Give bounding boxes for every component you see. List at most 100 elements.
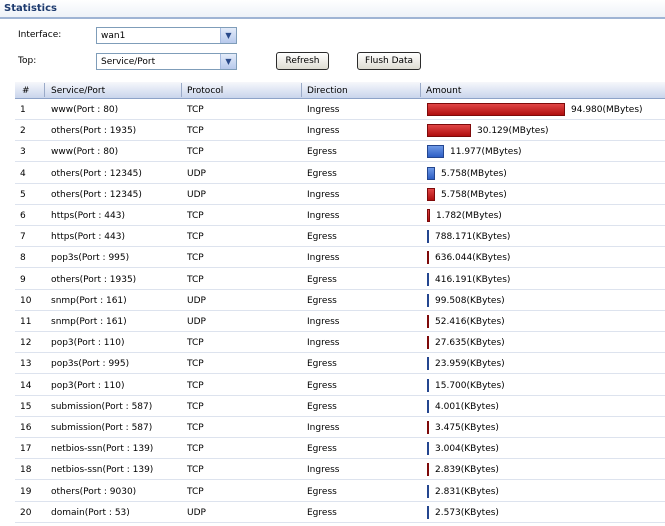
service-port: others(Port : 9030)	[51, 486, 137, 497]
refresh-button[interactable]: Refresh	[276, 52, 329, 70]
column-header-direction[interactable]: Direction	[307, 86, 348, 96]
protocol: TCP	[187, 274, 204, 285]
row-number: 5	[20, 189, 26, 200]
direction: Ingress	[307, 105, 340, 115]
row-number: 14	[20, 380, 32, 391]
amount-bar	[427, 293, 429, 307]
column-header-protocol[interactable]: Protocol	[187, 86, 223, 96]
service-port: https(Port : 443)	[51, 211, 125, 221]
row-number: 4	[20, 168, 26, 179]
page-title: Statistics	[4, 3, 57, 14]
amount-value: 2.573(KBytes)	[435, 507, 499, 518]
direction: Egress	[307, 486, 337, 497]
direction: Ingress	[307, 423, 340, 433]
service-port: netbios-ssn(Port : 139)	[51, 465, 154, 476]
service-port: others(Port : 12345)	[51, 189, 142, 200]
amount-bar	[427, 442, 429, 456]
service-port: pop3(Port : 110)	[51, 380, 125, 391]
amount-bar	[427, 484, 429, 498]
row-number: 20	[20, 507, 32, 518]
interface-select-value: wan1	[101, 31, 126, 41]
service-port: others(Port : 12345)	[51, 168, 142, 179]
protocol: UDP	[187, 317, 206, 327]
column-header-service[interactable]: Service/Port	[51, 86, 105, 96]
service-port: others(Port : 1935)	[51, 274, 137, 285]
row-number: 15	[20, 401, 32, 412]
amount-bar	[427, 187, 435, 201]
row-number: 12	[20, 338, 32, 349]
table-row: 7 https(Port : 443) TCP Egress 788.171(KByte…	[15, 226, 665, 248]
direction: Egress	[307, 380, 337, 391]
amount-bar	[427, 103, 565, 116]
service-port: www(Port : 80)	[51, 105, 119, 115]
flush-data-button[interactable]: Flush Data	[357, 52, 421, 70]
service-port: snmp(Port : 161)	[51, 317, 127, 327]
protocol: TCP	[187, 147, 204, 158]
chevron-down-icon[interactable]: ▼	[220, 28, 236, 43]
amount-value: 5.758(MBytes)	[441, 189, 507, 200]
amount-value: 52.416(KBytes)	[435, 317, 505, 327]
direction: Egress	[307, 168, 337, 179]
row-number: 13	[20, 359, 32, 370]
table-row: 6 https(Port : 443) TCP Ingress 1.782(MBytes…	[15, 205, 665, 226]
title-bar: Statistics	[0, 0, 665, 19]
amount-bar	[427, 251, 429, 265]
service-port: www(Port : 80)	[51, 147, 119, 158]
amount-bar	[427, 209, 430, 222]
amount-bar	[427, 336, 429, 350]
service-port: submission(Port : 587)	[51, 423, 153, 433]
direction: Ingress	[307, 317, 340, 327]
direction: Egress	[307, 295, 337, 306]
table-row: 20 domain(Port : 53) UDP Egress 2.573(KBytes…	[15, 501, 665, 523]
amount-value: 99.508(KBytes)	[435, 295, 505, 306]
service-port: pop3(Port : 110)	[51, 338, 125, 349]
protocol: TCP	[187, 126, 204, 137]
service-port: netbios-ssn(Port : 139)	[51, 444, 154, 455]
protocol: UDP	[187, 295, 206, 306]
column-header-amount[interactable]: Amount	[426, 86, 461, 96]
table-row: 12 pop3(Port : 110) TCP Ingress 27.635(KByte…	[15, 332, 665, 354]
row-number: 3	[20, 147, 26, 158]
table-row: 18 netbios-ssn(Port : 139) TCP Ingress 2.839…	[15, 459, 665, 481]
amount-bar	[427, 166, 435, 180]
direction: Ingress	[307, 189, 340, 200]
table-row: 11 snmp(Port : 161) UDP Ingress 52.416(KByte…	[15, 311, 665, 332]
direction: Ingress	[307, 211, 340, 221]
amount-value: 30.129(MBytes)	[477, 126, 549, 137]
amount-value: 2.839(KBytes)	[435, 465, 499, 476]
row-number: 2	[20, 126, 26, 137]
row-number: 19	[20, 486, 32, 497]
top-select[interactable]: Service/Port ▼	[96, 53, 237, 70]
amount-bar	[427, 505, 429, 519]
statistics-table: # Service/Port Protocol Direction Amount…	[15, 82, 665, 526]
table-row: 14 pop3(Port : 110) TCP Egress 15.700(KBytes…	[15, 374, 665, 396]
column-header-num[interactable]: #	[22, 86, 30, 96]
amount-bar	[427, 399, 429, 413]
table-row: 5 others(Port : 12345) UDP Ingress 5.758(MBy…	[15, 183, 665, 205]
service-port: submission(Port : 587)	[51, 401, 153, 412]
direction: Egress	[307, 359, 337, 370]
service-port: others(Port : 1935)	[51, 126, 137, 137]
service-port: snmp(Port : 161)	[51, 295, 127, 306]
direction: Egress	[307, 507, 337, 518]
service-port: https(Port : 443)	[51, 232, 125, 243]
direction: Egress	[307, 232, 337, 243]
amount-bar	[427, 378, 429, 392]
row-number: 9	[20, 274, 26, 285]
table-row: 3 www(Port : 80) TCP Egress 11.977(MBytes)	[15, 141, 665, 163]
table-row: 8 pop3s(Port : 995) TCP Ingress 636.044(KByt…	[15, 247, 665, 269]
chevron-down-icon[interactable]: ▼	[220, 54, 236, 69]
table-row: 9 others(Port : 1935) TCP Egress 416.191(KBy…	[15, 268, 665, 290]
protocol: TCP	[187, 465, 204, 476]
protocol: TCP	[187, 486, 204, 497]
table-row: 2 others(Port : 1935) TCP Ingress 30.129(MBy…	[15, 120, 665, 142]
direction: Egress	[307, 147, 337, 158]
amount-value: 2.831(KBytes)	[435, 486, 499, 497]
interface-select[interactable]: wan1 ▼	[96, 27, 237, 44]
protocol: TCP	[187, 211, 204, 221]
amount-value: 636.044(KBytes)	[435, 253, 511, 264]
table-row: 15 submission(Port : 587) TCP Egress 4.001(K…	[15, 395, 665, 417]
amount-bar	[427, 145, 444, 159]
direction: Ingress	[307, 126, 340, 137]
protocol: TCP	[187, 359, 204, 370]
